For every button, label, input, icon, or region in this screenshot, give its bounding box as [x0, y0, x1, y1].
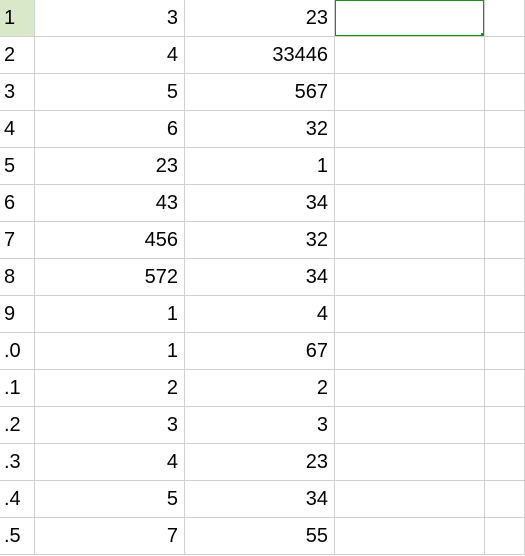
cell-A2[interactable]: 2 [0, 37, 35, 74]
cell-A8[interactable]: 8 [0, 259, 35, 296]
cell-E12[interactable] [485, 407, 525, 444]
cell-D1[interactable] [335, 0, 485, 37]
cell-E6[interactable] [485, 185, 525, 222]
cell-A7[interactable]: 7 [0, 222, 35, 259]
cell-E7[interactable] [485, 222, 525, 259]
cell-E3[interactable] [485, 74, 525, 111]
cell-D12[interactable] [335, 407, 485, 444]
cell-C14[interactable]: 34 [185, 481, 335, 518]
cell-C11[interactable]: 2 [185, 370, 335, 407]
cell-D7[interactable] [335, 222, 485, 259]
cell-E15[interactable] [485, 518, 525, 555]
cell-B10[interactable]: 1 [35, 333, 185, 370]
cell-E13[interactable] [485, 444, 525, 481]
cell-D13[interactable] [335, 444, 485, 481]
cell-B9[interactable]: 1 [35, 296, 185, 333]
cell-C15[interactable]: 55 [185, 518, 335, 555]
cell-D3[interactable] [335, 74, 485, 111]
cell-D4[interactable] [335, 111, 485, 148]
cell-D8[interactable] [335, 259, 485, 296]
cell-B8[interactable]: 572 [35, 259, 185, 296]
cell-C6[interactable]: 34 [185, 185, 335, 222]
cell-C4[interactable]: 32 [185, 111, 335, 148]
cell-A13[interactable]: .3 [0, 444, 35, 481]
cell-C2[interactable]: 33446 [185, 37, 335, 74]
cell-A11[interactable]: .1 [0, 370, 35, 407]
cell-B3[interactable]: 5 [35, 74, 185, 111]
cell-E5[interactable] [485, 148, 525, 185]
cell-D11[interactable] [335, 370, 485, 407]
cell-C13[interactable]: 23 [185, 444, 335, 481]
cell-A5[interactable]: 5 [0, 148, 35, 185]
cell-D10[interactable] [335, 333, 485, 370]
cell-A14[interactable]: .4 [0, 481, 35, 518]
cell-E11[interactable] [485, 370, 525, 407]
cell-A15[interactable]: .5 [0, 518, 35, 555]
cell-B1[interactable]: 3 [35, 0, 185, 37]
cell-A12[interactable]: .2 [0, 407, 35, 444]
cell-A3[interactable]: 3 [0, 74, 35, 111]
cell-E4[interactable] [485, 111, 525, 148]
cell-D2[interactable] [335, 37, 485, 74]
cell-A1[interactable]: 1 [0, 0, 35, 37]
cell-B5[interactable]: 23 [35, 148, 185, 185]
cell-D14[interactable] [335, 481, 485, 518]
cell-E14[interactable] [485, 481, 525, 518]
cell-B4[interactable]: 6 [35, 111, 185, 148]
cell-C8[interactable]: 34 [185, 259, 335, 296]
cell-C9[interactable]: 4 [185, 296, 335, 333]
cell-E2[interactable] [485, 37, 525, 74]
cell-C7[interactable]: 32 [185, 222, 335, 259]
cell-D9[interactable] [335, 296, 485, 333]
cell-D6[interactable] [335, 185, 485, 222]
cell-D5[interactable] [335, 148, 485, 185]
cell-C12[interactable]: 3 [185, 407, 335, 444]
cell-A9[interactable]: 9 [0, 296, 35, 333]
cell-E1[interactable] [485, 0, 525, 37]
cell-B7[interactable]: 456 [35, 222, 185, 259]
cell-E9[interactable] [485, 296, 525, 333]
cell-E10[interactable] [485, 333, 525, 370]
cell-B12[interactable]: 3 [35, 407, 185, 444]
cell-E8[interactable] [485, 259, 525, 296]
cell-D15[interactable] [335, 518, 485, 555]
cell-B15[interactable]: 7 [35, 518, 185, 555]
cell-C10[interactable]: 67 [185, 333, 335, 370]
cell-B6[interactable]: 43 [35, 185, 185, 222]
cell-B2[interactable]: 4 [35, 37, 185, 74]
cell-B13[interactable]: 4 [35, 444, 185, 481]
cell-A4[interactable]: 4 [0, 111, 35, 148]
cell-A6[interactable]: 6 [0, 185, 35, 222]
cell-A10[interactable]: .0 [0, 333, 35, 370]
cell-C3[interactable]: 567 [185, 74, 335, 111]
cell-B11[interactable]: 2 [35, 370, 185, 407]
cell-C1[interactable]: 23 [185, 0, 335, 37]
cell-B14[interactable]: 5 [35, 481, 185, 518]
spreadsheet-grid[interactable]: 1 3 23 2 4 33446 3 5 567 4 6 32 5 23 1 6… [0, 0, 525, 555]
cell-C5[interactable]: 1 [185, 148, 335, 185]
